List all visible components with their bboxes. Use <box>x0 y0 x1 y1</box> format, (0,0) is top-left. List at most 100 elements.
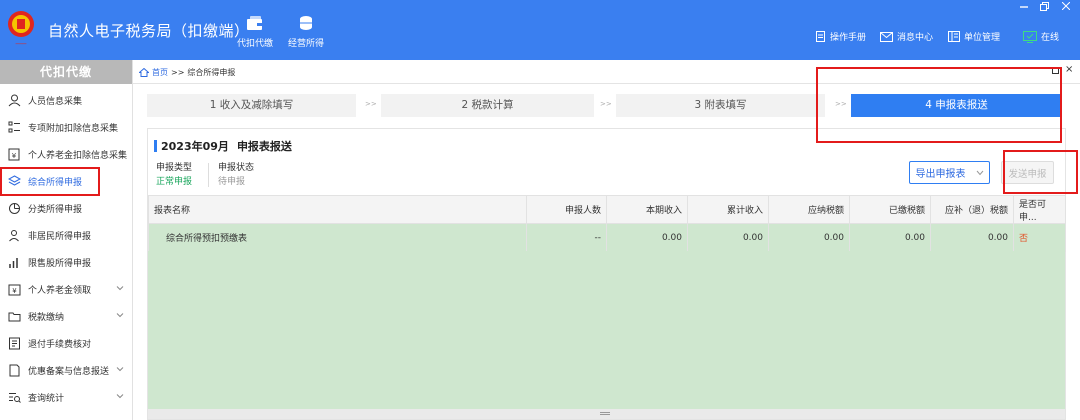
message-center-label: 消息中心 <box>897 33 934 43</box>
highlight-send-button <box>1003 150 1078 194</box>
declare-status-value: 待申报 <box>218 177 246 187</box>
submit-panel: 2023年09月 申报表报送 申报类型 正常申报 申报状态 待申报 导出申报表 … <box>147 128 1066 420</box>
sidebar-item-refund-fee-check[interactable]: 退付手续费核对 <box>0 330 132 357</box>
sidebar-item-classified-income[interactable]: 分类所得申报 <box>0 195 132 222</box>
breadcrumb-current: 综合所得申报 <box>187 68 236 77</box>
chevron-down-icon[interactable] <box>116 311 124 319</box>
export-report-label: 导出申报表 <box>915 169 966 180</box>
sidebar-item-label: 专项附加扣除信息采集 <box>28 124 119 134</box>
sidebar-item-pension-deduction[interactable]: ¥ 个人养老金扣除信息采集 <box>0 141 132 168</box>
panel-title: 2023年09月 申报表报送 <box>154 138 292 154</box>
chevron-down-icon[interactable] <box>116 392 124 400</box>
declare-type-label: 申报类型 <box>156 163 193 173</box>
bar-chart-icon <box>9 258 18 268</box>
online-monitor-icon <box>1023 30 1037 43</box>
sidebar-item-label: 非居民所得申报 <box>28 232 92 242</box>
declare-type-field: 申报类型 正常申报 <box>156 161 192 189</box>
window-close-icon[interactable] <box>1062 2 1070 10</box>
breadcrumb-home[interactable]: 首页 <box>152 67 168 78</box>
declare-type-value: 正常申报 <box>156 177 193 187</box>
search-list-icon <box>9 393 21 403</box>
sidebar: 代扣代缴 人员信息采集 专项附加扣除信息采集 ¥ 个人养老金扣除信息采集 综合所… <box>0 60 133 420</box>
col-current-income: 本期收入 <box>606 195 688 224</box>
unit-management-link[interactable]: 单位管理 <box>948 30 1000 43</box>
document-icon <box>9 364 20 377</box>
sidebar-item-nonresident-income[interactable]: 非居民所得申报 <box>0 222 132 249</box>
sidebar-item-pension-collection[interactable]: ¥ 个人养老金领取 <box>0 276 132 303</box>
col-report-name: 报表名称 <box>148 195 527 224</box>
divider <box>208 163 209 187</box>
building-icon <box>948 31 960 42</box>
wallet-icon: ¥ <box>8 284 21 296</box>
nav-business-income[interactable]: 经营所得 <box>281 14 331 49</box>
sidebar-item-label: 税款缴纳 <box>28 313 65 323</box>
cell-tax-payable: 0.00 <box>768 223 850 252</box>
svg-text:¥: ¥ <box>12 152 17 160</box>
sidebar-item-label: 个人养老金扣除信息采集 <box>28 151 128 161</box>
chevron-down-icon[interactable] <box>116 365 124 373</box>
person-outline-icon <box>9 230 19 242</box>
highlight-sidebar-item <box>0 167 100 196</box>
cell-cumulative-income: 0.00 <box>687 223 769 252</box>
nav-label: 经营所得 <box>287 39 324 49</box>
panel-close-icon[interactable]: × <box>1065 64 1073 75</box>
cell-current-income: 0.00 <box>606 223 688 252</box>
breadcrumb: 首页 >> 综合所得申报 <box>139 67 235 78</box>
step-1-income[interactable]: 1 收入及减除填写 <box>147 94 356 117</box>
sidebar-item-tax-payment[interactable]: 税款缴纳 <box>0 303 132 330</box>
report-table: 报表名称 申报人数 本期收入 累计收入 应纳税额 已缴税额 应补（退）税额 是否… <box>148 195 1066 252</box>
declare-status-label: 申报状态 <box>218 163 255 173</box>
svg-text:───: ─── <box>15 41 27 48</box>
col-tax-refund: 应补（退）税额 <box>930 195 1014 224</box>
sidebar-item-personnel-info[interactable]: 人员信息采集 <box>0 87 132 114</box>
online-label: 在线 <box>1041 33 1060 43</box>
col-declare-count: 申报人数 <box>526 195 607 224</box>
highlight-step-4 <box>816 67 1062 143</box>
folder-icon <box>8 312 21 322</box>
person-icon <box>8 94 21 107</box>
col-tax-paid: 已缴税额 <box>849 195 931 224</box>
cell-tax-refund: 0.00 <box>930 223 1014 252</box>
cell-report-name: 综合所得预扣预缴表 <box>148 223 527 252</box>
manual-icon <box>816 31 825 42</box>
sidebar-item-query-statistics[interactable]: 查询统计 <box>0 384 132 411</box>
chevron-down-icon <box>976 170 983 175</box>
sidebar-item-special-deduction[interactable]: 专项附加扣除信息采集 <box>0 114 132 141</box>
breadcrumb-separator: >> <box>171 68 185 77</box>
sidebar-item-label: 人员信息采集 <box>28 97 83 107</box>
step-2-tax-calc[interactable]: 2 税款计算 <box>381 94 594 117</box>
online-status[interactable]: 在线 <box>1023 30 1059 43</box>
table-row[interactable]: 综合所得预扣预缴表 -- 0.00 0.00 0.00 0.00 0.00 否 <box>148 223 1066 252</box>
step-separator: >> <box>365 100 377 108</box>
sidebar-item-preferential-filing[interactable]: 优惠备案与信息报送 <box>0 357 132 384</box>
nav-withholding[interactable]: 代扣代缴 <box>230 14 280 49</box>
home-icon[interactable] <box>139 68 149 77</box>
svg-text:¥: ¥ <box>12 287 17 295</box>
manual-label: 操作手册 <box>830 33 867 43</box>
sidebar-title: 代扣代缴 <box>0 60 132 84</box>
title-accent-bar <box>154 140 157 152</box>
manual-link[interactable]: 操作手册 <box>815 30 866 43</box>
pension-icon: ¥ <box>8 148 20 161</box>
sidebar-item-restricted-shares[interactable]: 限售股所得申报 <box>0 249 132 276</box>
wallet-icon <box>247 16 262 30</box>
restore-icon[interactable] <box>1040 2 1049 11</box>
step-3-attachment[interactable]: 3 附表填写 <box>616 94 825 117</box>
cell-tax-paid: 0.00 <box>849 223 931 252</box>
minimize-icon[interactable] <box>1020 5 1028 9</box>
table-empty-area <box>148 251 1065 411</box>
coins-icon <box>300 16 312 30</box>
sidebar-item-label: 优惠备案与信息报送 <box>28 367 110 377</box>
step-separator: >> <box>600 100 612 108</box>
list-icon <box>8 121 20 133</box>
mail-icon <box>880 31 893 42</box>
message-center-link[interactable]: 消息中心 <box>880 30 933 43</box>
resize-handle[interactable] <box>148 409 1065 419</box>
export-report-button[interactable]: 导出申报表 <box>909 161 990 184</box>
panel-period: 2023年09月 <box>161 140 229 153</box>
sidebar-item-label: 分类所得申报 <box>28 205 83 215</box>
sidebar-item-label: 个人养老金领取 <box>28 286 92 296</box>
chevron-down-icon[interactable] <box>116 284 124 292</box>
col-cumulative-income: 累计收入 <box>687 195 769 224</box>
panel-heading: 申报表报送 <box>236 140 292 153</box>
